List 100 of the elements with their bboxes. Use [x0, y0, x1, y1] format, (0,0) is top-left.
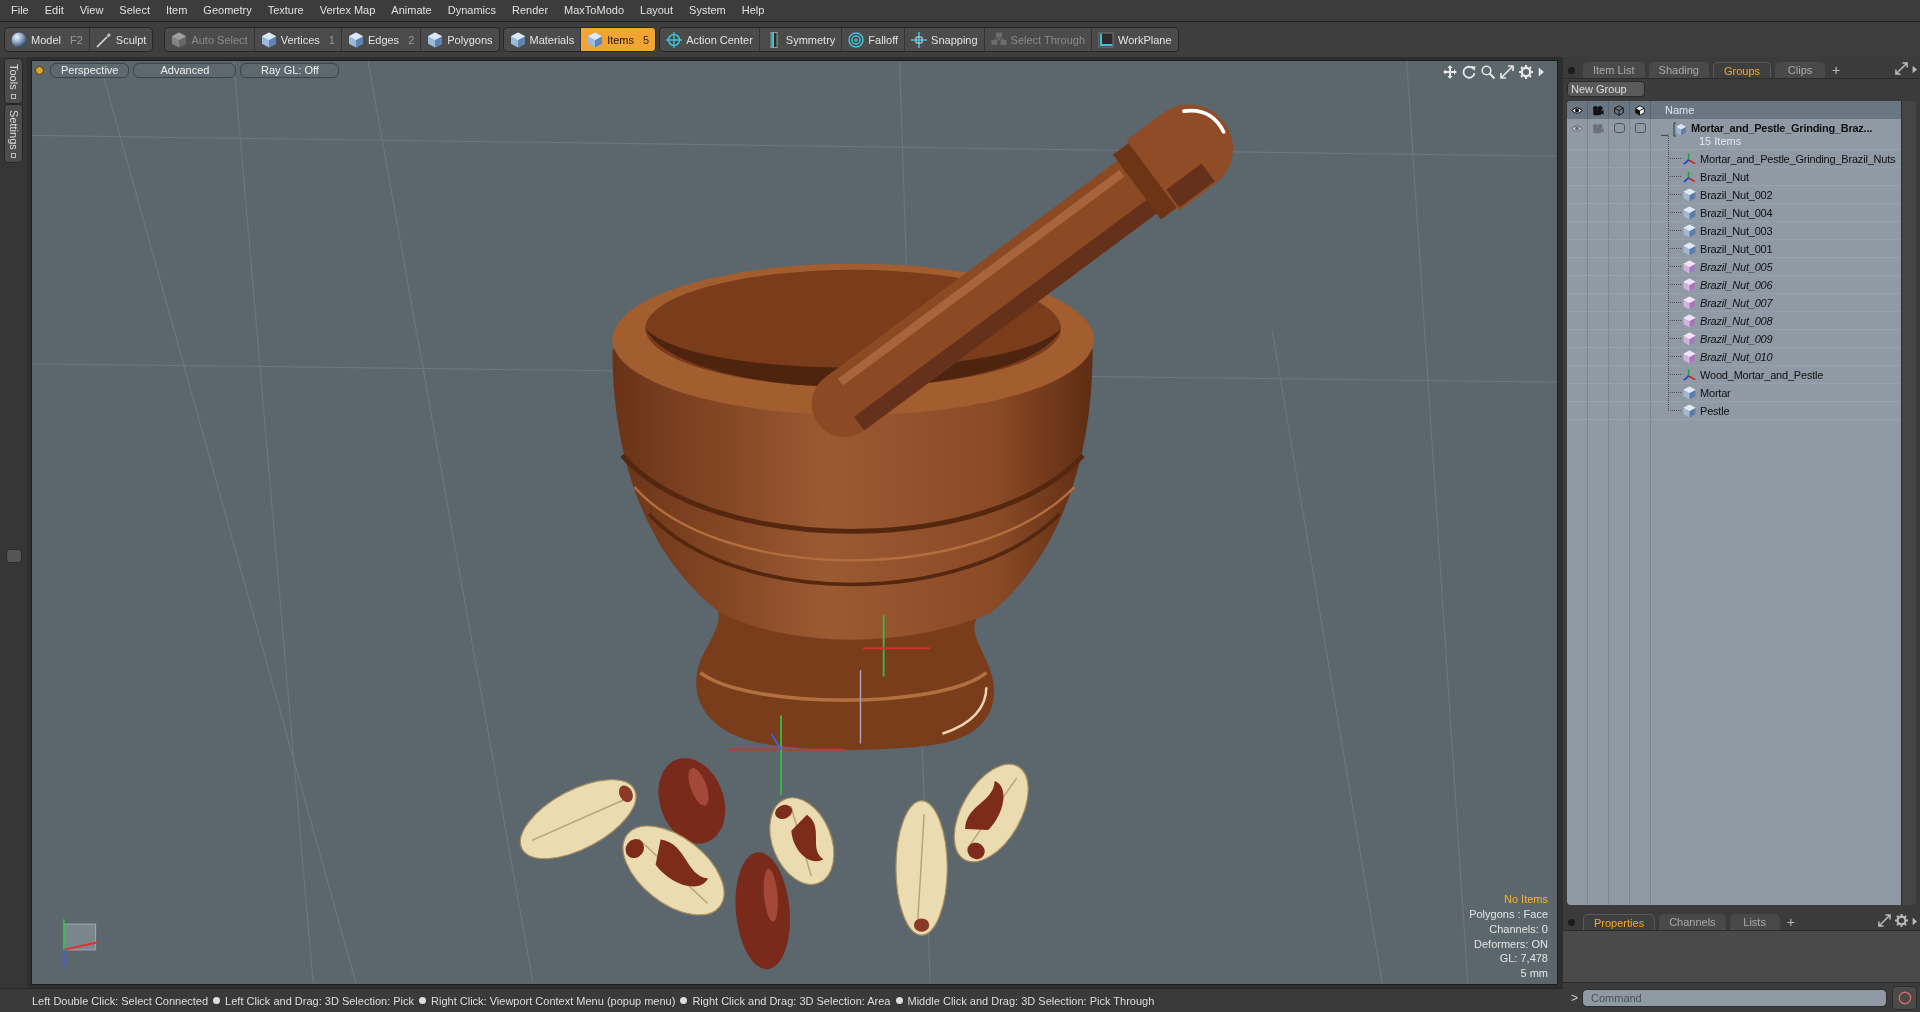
- toggle-box[interactable]: [1613, 123, 1625, 133]
- group-name: Mortar_and_Pestle_Grinding_Braz...: [1691, 122, 1872, 135]
- viewport-button[interactable]: Perspective: [50, 63, 130, 78]
- item-name: Brazil_Nut_010: [1700, 350, 1773, 363]
- dot-icon: [35, 66, 44, 75]
- cube-icon: [1683, 241, 1696, 256]
- item-name: Brazil_Nut_006: [1700, 278, 1773, 291]
- menu-item[interactable]: Select: [111, 0, 158, 21]
- menu-item[interactable]: Item: [157, 0, 196, 21]
- menu-item[interactable]: File: [3, 0, 37, 21]
- tree-row[interactable]: Brazil_Nut_007: [1567, 294, 1901, 312]
- tree-row[interactable]: Mortar_and_Pestle_Grinding_Brazil_Nuts: [1567, 150, 1901, 168]
- cube-icon: [1683, 223, 1696, 238]
- side-tab[interactable]: Tools: [4, 58, 23, 104]
- toolbar-button[interactable]: Items 5: [581, 28, 656, 51]
- toggle-box[interactable]: [1634, 123, 1646, 133]
- menu-item[interactable]: Animate: [383, 0, 440, 21]
- panel-toggle-button[interactable]: [5, 549, 22, 564]
- caret-right-icon[interactable]: [1912, 65, 1917, 74]
- toolbar-button[interactable]: Model F2: [5, 28, 90, 51]
- add-tab-button[interactable]: +: [1783, 914, 1798, 930]
- panel-tab[interactable]: Properties: [1583, 914, 1656, 930]
- menu-item[interactable]: Texture: [259, 0, 312, 21]
- viewport-info-text: Deformers: ON: [1473, 936, 1548, 952]
- cube-outline-icon[interactable]: [1613, 104, 1625, 116]
- ring-icon: [1897, 990, 1912, 1005]
- command-button[interactable]: [1892, 985, 1917, 1010]
- menu-item[interactable]: Layout: [632, 0, 682, 21]
- maximize-icon[interactable]: [1500, 65, 1514, 79]
- viewport-button[interactable]: Advanced: [133, 63, 237, 78]
- rotate-icon[interactable]: [1462, 65, 1476, 79]
- tree-row[interactable]: Brazil_Nut_006: [1567, 276, 1901, 294]
- toolbar-button[interactable]: Vertices 1: [254, 28, 342, 51]
- tree-row[interactable]: Brazil_Nut_004: [1567, 204, 1901, 222]
- menu-item[interactable]: Edit: [36, 0, 72, 21]
- status-hint: Left Double Click: Select Connected: [32, 994, 209, 1007]
- eye-icon[interactable]: [1571, 104, 1583, 116]
- settings-icon[interactable]: [1895, 914, 1908, 927]
- cube-icon: [509, 31, 526, 48]
- column-header[interactable]: Name: [1651, 101, 1695, 119]
- panel-tab[interactable]: Groups: [1712, 62, 1772, 78]
- toolbar-button[interactable]: Symmetry: [759, 28, 843, 51]
- group-icon: [1673, 122, 1687, 137]
- tree-row[interactable]: Brazil_Nut_003: [1567, 222, 1901, 240]
- menu-item[interactable]: Render: [504, 0, 557, 21]
- item-name: Wood_Mortar_and_Pestle: [1700, 368, 1824, 381]
- viewport-button[interactable]: Ray GL: Off: [240, 63, 340, 78]
- panel-tab[interactable]: Item List: [1583, 62, 1645, 78]
- cube-icon: [1683, 277, 1696, 292]
- tree-row[interactable]: Pestle: [1567, 402, 1901, 420]
- search-icon[interactable]: [1481, 65, 1495, 79]
- toolbar-button[interactable]: WorkPlane: [1092, 28, 1178, 51]
- panel-tab[interactable]: Lists: [1729, 914, 1780, 930]
- cube-half-icon[interactable]: [1634, 104, 1646, 116]
- toolbar-button[interactable]: Polygons: [421, 28, 499, 51]
- menu-item[interactable]: View: [71, 0, 112, 21]
- viewport[interactable]: Perspective Advanced Ray GL: Off No Items Polygons : Face Channels: 0 Deformers: ON GL: 7,478 5 mm: [31, 60, 1558, 985]
- panel-tab[interactable]: Channels: [1659, 914, 1726, 930]
- expand-icon[interactable]: [1878, 914, 1891, 927]
- caret-right-icon[interactable]: [1912, 917, 1917, 926]
- toolbar-button[interactable]: Edges 2: [341, 28, 422, 51]
- menu-item[interactable]: Dynamics: [439, 0, 504, 21]
- cube-icon: [1683, 259, 1696, 274]
- menu-item[interactable]: Help: [733, 0, 773, 21]
- menu-item[interactable]: System: [681, 0, 734, 21]
- new-group-button[interactable]: New Group: [1567, 81, 1645, 97]
- expand-icon[interactable]: [1895, 62, 1908, 75]
- tree-row[interactable]: Brazil_Nut_010: [1567, 348, 1901, 366]
- toolbar-button[interactable]: Action Center: [660, 28, 760, 51]
- tree-row[interactable]: Brazil_Nut_009: [1567, 330, 1901, 348]
- caret-right-icon[interactable]: [1538, 67, 1544, 77]
- move-icon[interactable]: [1443, 65, 1457, 79]
- toolbar-button[interactable]: Falloff: [842, 28, 906, 51]
- axis-gizmo-icon: [727, 714, 846, 796]
- panel-tab[interactable]: Clips: [1775, 62, 1826, 78]
- tree-row[interactable]: Mortar: [1567, 384, 1901, 402]
- tree-row[interactable]: Brazil_Nut_005: [1567, 258, 1901, 276]
- tree-row[interactable]: Brazil_Nut_001: [1567, 240, 1901, 258]
- toolbar-button[interactable]: Sculpt: [89, 28, 153, 51]
- menu-item[interactable]: MaxToModo: [556, 0, 632, 21]
- tree-row[interactable]: Brazil_Nut_002: [1567, 186, 1901, 204]
- menu-item[interactable]: Vertex Map: [311, 0, 384, 21]
- tree-row[interactable]: Brazil_Nut: [1567, 168, 1901, 186]
- camera-icon[interactable]: [1592, 104, 1604, 116]
- add-tab-button[interactable]: +: [1829, 62, 1844, 78]
- side-tab[interactable]: Settings: [4, 103, 23, 164]
- item-name: Brazil_Nut: [1700, 170, 1749, 183]
- tree-row[interactable]: Wood_Mortar_and_Pestle: [1567, 366, 1901, 384]
- tree-row[interactable]: Mortar_and_Pestle_Grinding_Braz... 15 Items: [1567, 119, 1901, 150]
- status-hint: Right Click: Viewport Context Menu (popup menu): [431, 994, 676, 1007]
- item-name: Pestle: [1700, 404, 1730, 417]
- toolbar-button[interactable]: Snapping: [905, 28, 985, 51]
- item-name: Brazil_Nut_002: [1700, 188, 1773, 201]
- axis-gizmo-icon: [859, 614, 932, 745]
- menu-item[interactable]: Geometry: [195, 0, 260, 21]
- cross-icon: [911, 31, 928, 48]
- panel-tab[interactable]: Shading: [1648, 62, 1709, 78]
- scrollbar[interactable]: [1901, 101, 1916, 905]
- command-field[interactable]: Command: [1582, 988, 1887, 1007]
- tree-row[interactable]: Brazil_Nut_008: [1567, 312, 1901, 330]
